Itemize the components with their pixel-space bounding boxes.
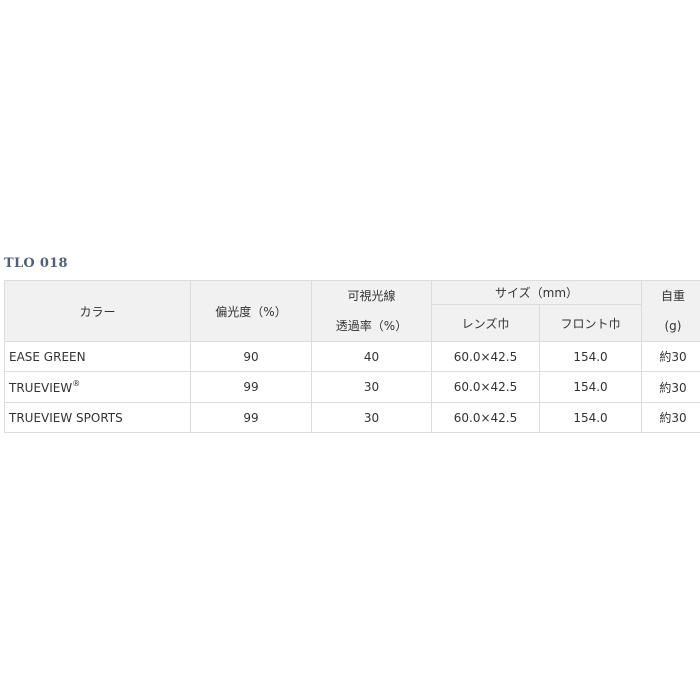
header-visible-light: 可視光線 透過率（%） [311, 280, 432, 342]
cell-front-width: 154.0 [539, 371, 642, 403]
cell-color-name: EASE GREEN [4, 341, 191, 372]
table-row: TRUEVIEW SPORTS 99 30 60.0×42.5 154.0 約3… [4, 402, 700, 433]
table-row: TRUEVIEW® 99 30 60.0×42.5 154.0 約30 [4, 371, 700, 403]
cell-lens-size: 60.0×42.5 [431, 402, 540, 433]
product-title: TLO 018 [4, 256, 68, 271]
cell-front-width: 154.0 [539, 402, 642, 433]
cell-polarization: 90 [190, 341, 312, 372]
header-weight-line1: 自重 [660, 289, 685, 303]
cell-transmittance: 40 [311, 341, 432, 372]
cell-transmittance: 30 [311, 402, 432, 433]
cell-color-name: TRUEVIEW® [4, 371, 191, 403]
cell-polarization: 99 [190, 402, 312, 433]
cell-front-width: 154.0 [539, 341, 642, 372]
cell-color-name: TRUEVIEW SPORTS [4, 402, 191, 433]
cell-lens-size: 60.0×42.5 [431, 371, 540, 403]
header-color: カラー [4, 280, 191, 342]
cell-polarization: 99 [190, 371, 312, 403]
header-lens-width: レンズ巾 [431, 304, 540, 342]
table-row: EASE GREEN 90 40 60.0×42.5 154.0 約30 [4, 341, 700, 372]
cell-weight: 約30 [641, 371, 700, 403]
header-size: サイズ（mm） [431, 280, 642, 305]
spec-table: カラー 偏光度（%） 可視光線 透過率（%） サイズ（mm） 自重 (g) レン… [4, 280, 700, 433]
header-weight: 自重 (g) [641, 280, 700, 342]
cell-lens-size: 60.0×42.5 [431, 341, 540, 372]
cell-weight: 約30 [641, 402, 700, 433]
header-front-width: フロント巾 [539, 304, 642, 342]
header-visible-light-line2: 透過率（%） [335, 319, 408, 333]
cell-weight: 約30 [641, 341, 700, 372]
cell-transmittance: 30 [311, 371, 432, 403]
header-weight-line2: (g) [664, 319, 682, 333]
header-polarization: 偏光度（%） [190, 280, 312, 342]
header-visible-light-line1: 可視光線 [347, 289, 396, 303]
registered-mark: ® [72, 379, 81, 388]
